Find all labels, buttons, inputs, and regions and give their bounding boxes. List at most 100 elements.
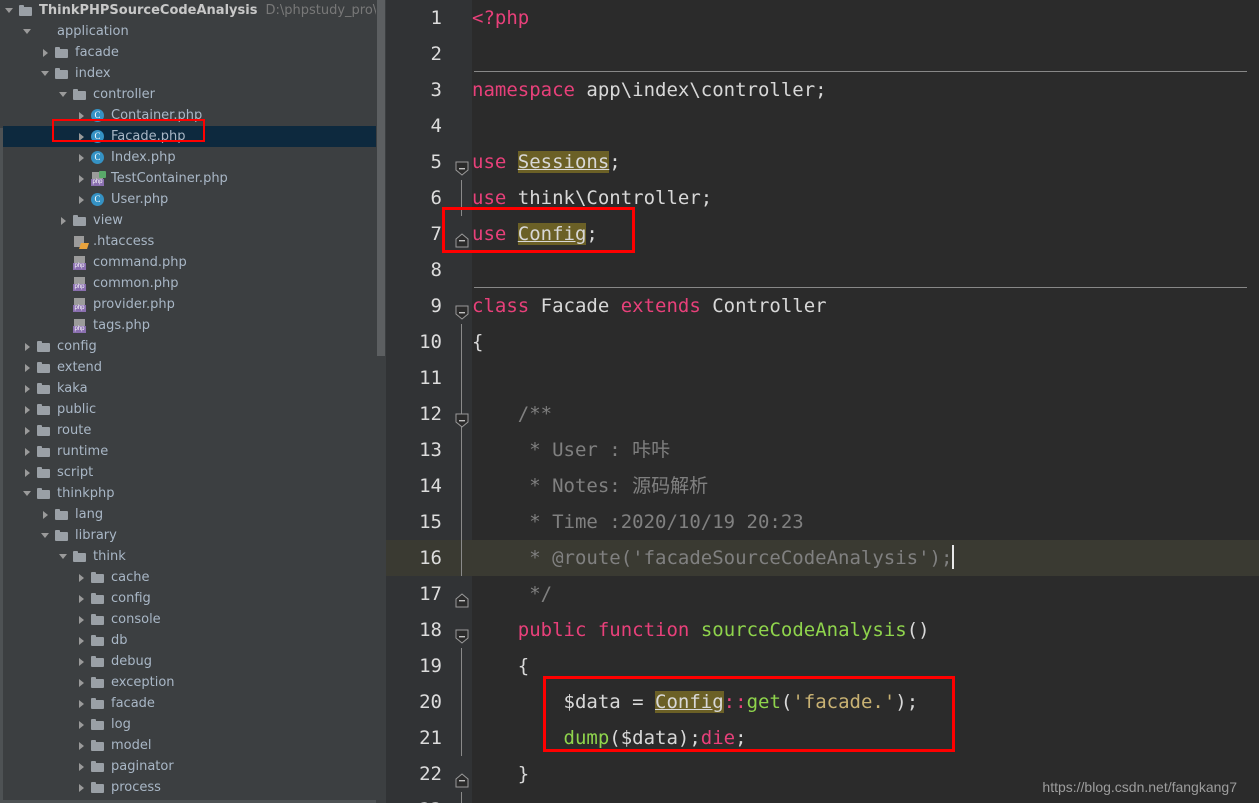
chevron-right-icon[interactable] <box>76 740 87 751</box>
tree-row[interactable]: thinkphp <box>0 483 386 504</box>
code-line[interactable]: 6 use think\Controller; <box>386 180 1259 216</box>
chevron-right-icon[interactable] <box>76 173 87 184</box>
code-line[interactable]: 3 namespace app\index\controller; <box>386 72 1259 108</box>
chevron-right-icon[interactable] <box>76 761 87 772</box>
tree-row[interactable]: index <box>0 63 386 84</box>
code-line[interactable]: 19 { <box>386 648 1259 684</box>
tree-row[interactable]: runtime <box>0 441 386 462</box>
code-line[interactable]: 16 * @route('facadeSourceCodeAnalysis'); <box>386 540 1259 576</box>
code-line[interactable]: 9 class Facade extends Controller <box>386 288 1259 324</box>
chevron-down-icon[interactable] <box>58 89 69 100</box>
tree-row[interactable]: cache <box>0 567 386 588</box>
chevron-right-icon[interactable] <box>76 719 87 730</box>
tree-row[interactable]: .htaccess <box>0 231 386 252</box>
tree-row[interactable]: C Facade.php <box>0 126 386 147</box>
chevron-right-icon[interactable] <box>22 446 33 457</box>
tree-row[interactable]: facade <box>0 693 386 714</box>
tree-row[interactable]: extend <box>0 357 386 378</box>
code-line[interactable]: 2 <box>386 36 1259 72</box>
chevron-down-icon[interactable] <box>22 488 33 499</box>
code-line[interactable]: 18 public function sourceCodeAnalysis() <box>386 612 1259 648</box>
tree-row[interactable]: debug <box>0 651 386 672</box>
chevron-right-icon[interactable] <box>76 593 87 604</box>
editor-code-area[interactable]: 1 <?php 2 3 namespace app\index\controller; 4… <box>386 0 1259 803</box>
chevron-right-icon[interactable] <box>76 194 87 205</box>
chevron-right-icon[interactable] <box>76 698 87 709</box>
tree-row[interactable]: lang <box>0 504 386 525</box>
chevron-right-icon[interactable] <box>76 572 87 583</box>
tree-row[interactable]: library <box>0 525 386 546</box>
code-line[interactable]: 14 * Notes: 源码解析 <box>386 468 1259 504</box>
fold-region-end-icon[interactable] <box>454 586 470 608</box>
chevron-right-icon[interactable] <box>76 110 87 121</box>
chevron-right-icon[interactable] <box>22 341 33 352</box>
tree-row[interactable]: php command.php <box>0 252 386 273</box>
tree-row[interactable]: php provider.php <box>0 294 386 315</box>
chevron-down-icon[interactable] <box>40 530 51 541</box>
code-line[interactable]: 20 $data = Config::get('facade.'); <box>386 684 1259 720</box>
chevron-down-icon[interactable] <box>58 551 69 562</box>
chevron-right-icon[interactable] <box>76 656 87 667</box>
chevron-right-icon[interactable] <box>76 131 87 142</box>
tree-row[interactable]: db <box>0 630 386 651</box>
tree-row[interactable]: ThinkPHPSourceCodeAnalysis D:\phpstudy_pr… <box>0 0 386 21</box>
tree-row[interactable]: config <box>0 588 386 609</box>
code-line[interactable]: 1 <?php <box>386 0 1259 36</box>
chevron-right-icon[interactable] <box>76 635 87 646</box>
fold-region-start-icon[interactable] <box>454 298 470 320</box>
tree-row[interactable]: C Container.php <box>0 105 386 126</box>
chevron-down-icon[interactable] <box>40 68 51 79</box>
code-line[interactable]: 4 <box>386 108 1259 144</box>
tree-row[interactable]: view <box>0 210 386 231</box>
code-editor[interactable]: 1 <?php 2 3 namespace app\index\controller; 4… <box>386 0 1259 803</box>
chevron-right-icon[interactable] <box>22 404 33 415</box>
tree-row[interactable]: paginator <box>0 756 386 777</box>
tree-row[interactable]: php TestContainer.php <box>0 168 386 189</box>
code-line[interactable]: 12 /** <box>386 396 1259 432</box>
chevron-right-icon[interactable] <box>40 509 51 520</box>
tree-row[interactable]: controller <box>0 84 386 105</box>
tree-row[interactable]: think <box>0 546 386 567</box>
tree-row[interactable]: kaka <box>0 378 386 399</box>
fold-region-end-icon[interactable] <box>454 766 470 788</box>
chevron-right-icon[interactable] <box>22 362 33 373</box>
code-line[interactable]: 5 use Sessions; <box>386 144 1259 180</box>
fold-region-start-icon[interactable] <box>454 154 470 176</box>
code-line[interactable]: 10 { <box>386 324 1259 360</box>
tree-row[interactable]: C Index.php <box>0 147 386 168</box>
fold-region-end-icon[interactable] <box>454 226 470 248</box>
chevron-right-icon[interactable] <box>76 152 87 163</box>
tree-row[interactable]: php common.php <box>0 273 386 294</box>
chevron-right-icon[interactable] <box>76 614 87 625</box>
tree-vertical-scrollbar[interactable] <box>376 0 386 803</box>
tree-row[interactable]: log <box>0 714 386 735</box>
tree-row[interactable]: application <box>0 21 386 42</box>
tree-row[interactable]: model <box>0 735 386 756</box>
tree-row[interactable]: config <box>0 336 386 357</box>
code-line[interactable]: 15 * Time :2020/10/19 20:23 <box>386 504 1259 540</box>
chevron-right-icon[interactable] <box>58 215 69 226</box>
chevron-right-icon[interactable] <box>76 782 87 793</box>
tree-scrollbar-thumb[interactable] <box>377 0 385 356</box>
tree-row[interactable]: exception <box>0 672 386 693</box>
tree-row[interactable]: process <box>0 777 386 798</box>
code-line[interactable]: 17 */ <box>386 576 1259 612</box>
tree-row[interactable]: public <box>0 399 386 420</box>
project-tree-list[interactable]: ThinkPHPSourceCodeAnalysis D:\phpstudy_pr… <box>0 0 386 803</box>
code-line[interactable]: 13 * User : 咔咔 <box>386 432 1259 468</box>
code-line[interactable]: 11 <box>386 360 1259 396</box>
chevron-right-icon[interactable] <box>22 467 33 478</box>
code-line[interactable]: 7 use Config; <box>386 216 1259 252</box>
tree-row[interactable]: console <box>0 609 386 630</box>
tree-row[interactable]: php tags.php <box>0 315 386 336</box>
code-line[interactable]: 21 dump($data);die; <box>386 720 1259 756</box>
chevron-down-icon[interactable] <box>4 5 15 16</box>
code-line[interactable]: 8 <box>386 252 1259 288</box>
chevron-right-icon[interactable] <box>22 383 33 394</box>
fold-region-start-icon[interactable] <box>454 622 470 644</box>
tree-row[interactable]: script <box>0 462 386 483</box>
chevron-right-icon[interactable] <box>22 425 33 436</box>
chevron-right-icon[interactable] <box>76 677 87 688</box>
tree-row[interactable]: route <box>0 420 386 441</box>
tree-row[interactable]: facade <box>0 42 386 63</box>
